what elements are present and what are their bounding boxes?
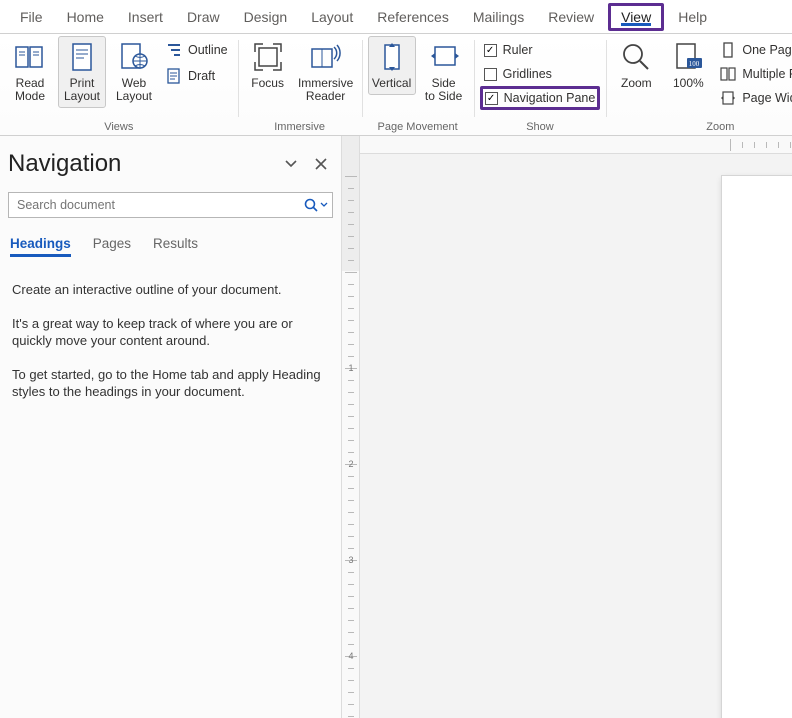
group-page-movement: Vertical Side to Side Page Movement [362, 34, 474, 135]
page-width-icon [720, 90, 736, 106]
multiple-pages-button[interactable]: Multiple Pages [716, 62, 792, 86]
one-page-button[interactable]: One Page [716, 38, 792, 62]
group-label: Views [104, 121, 133, 135]
group-label: Zoom [706, 121, 734, 135]
draft-button[interactable]: Draft [162, 64, 232, 88]
vertical-ruler[interactable]: 1234 [342, 136, 360, 718]
group-label: Show [526, 121, 554, 135]
group-label: Page Movement [378, 121, 458, 135]
tab-help[interactable]: Help [666, 3, 719, 31]
draft-icon [166, 68, 182, 84]
label: Print Layout [64, 77, 100, 103]
tab-file[interactable]: File [8, 3, 55, 31]
nav-body: Create an interactive outline of your do… [8, 257, 333, 417]
nav-tabs: Headings Pages Results [10, 236, 331, 257]
navtab-pages[interactable]: Pages [93, 236, 131, 257]
search-icon [304, 198, 318, 212]
one-page-icon [720, 42, 736, 58]
search-input[interactable] [9, 198, 300, 212]
ribbon-tabs: File Home Insert Draw Design Layout Refe… [0, 0, 792, 34]
page-100-icon: 100 [672, 41, 704, 73]
outline-button[interactable]: Outline [162, 38, 232, 62]
collapse-button[interactable] [279, 152, 303, 176]
checkbox-icon [484, 68, 497, 81]
vertical-button[interactable]: Vertical [368, 36, 416, 95]
group-label: Immersive [274, 121, 325, 135]
nav-hint-3: To get started, go to the Home tab and a… [12, 366, 329, 401]
checkbox-icon [484, 44, 497, 57]
focus-button[interactable]: Focus [244, 36, 292, 95]
document-page[interactable] [722, 176, 792, 718]
search-box[interactable] [8, 192, 333, 218]
navtab-headings[interactable]: Headings [10, 236, 71, 257]
main-area: Navigation Headings Pages Results Create… [0, 136, 792, 718]
label: 100% [673, 77, 704, 90]
search-button[interactable] [300, 198, 332, 212]
label: Outline [188, 43, 228, 57]
outline-icon [166, 42, 182, 58]
read-mode-button[interactable]: Read Mode [6, 36, 54, 108]
tab-draw[interactable]: Draw [175, 3, 232, 31]
horizontal-scroll-icon [428, 41, 460, 73]
close-button[interactable] [309, 152, 333, 176]
multiple-pages-icon [720, 66, 736, 82]
chevron-down-icon [284, 157, 298, 171]
group-zoom: Zoom 100 100% One Page Multiple Pages [606, 34, 792, 135]
tab-insert[interactable]: Insert [116, 3, 175, 31]
magnifier-icon [620, 41, 652, 73]
label: Focus [251, 77, 284, 90]
group-views: Read Mode Print Layout Web Layout [0, 34, 238, 135]
speaker-book-icon [310, 41, 342, 73]
label: Draft [188, 69, 215, 83]
navtab-results[interactable]: Results [153, 236, 198, 257]
label: Page Width [742, 91, 792, 105]
tab-layout[interactable]: Layout [299, 3, 365, 31]
navigation-pane: Navigation Headings Pages Results Create… [0, 136, 342, 718]
vertical-scroll-icon [376, 41, 408, 73]
hundred-percent-button[interactable]: 100 100% [664, 36, 712, 95]
tab-references[interactable]: References [365, 3, 461, 31]
web-layout-button[interactable]: Web Layout [110, 36, 158, 108]
focus-icon [252, 41, 284, 73]
label: Read Mode [15, 77, 45, 103]
gridlines-checkbox[interactable]: Gridlines [480, 62, 601, 86]
nav-hint-1: Create an interactive outline of your do… [12, 281, 329, 299]
tab-design[interactable]: Design [232, 3, 300, 31]
close-icon [315, 158, 327, 170]
nav-hint-2: It's a great way to keep track of where … [12, 315, 329, 350]
checkbox-icon [485, 92, 498, 105]
label: One Page [742, 43, 792, 57]
immersive-reader-button[interactable]: Immersive Reader [296, 36, 356, 108]
label: Side to Side [425, 77, 462, 103]
ribbon: Read Mode Print Layout Web Layout [0, 34, 792, 136]
label: Navigation Pane [504, 91, 596, 105]
navigation-pane-checkbox[interactable]: Navigation Pane [480, 86, 601, 110]
label: Immersive Reader [298, 77, 353, 103]
tab-view[interactable]: View [608, 3, 664, 31]
label: Gridlines [503, 67, 552, 81]
label: Web Layout [116, 77, 152, 103]
tab-review[interactable]: Review [536, 3, 606, 31]
book-icon [14, 41, 46, 73]
zoom-button[interactable]: Zoom [612, 36, 660, 95]
tab-mailings[interactable]: Mailings [461, 3, 536, 31]
label: Ruler [503, 43, 533, 57]
horizontal-ruler[interactable] [360, 136, 792, 154]
group-immersive: Focus Immersive Reader Immersive [238, 34, 362, 135]
globe-page-icon [118, 41, 150, 73]
side-to-side-button[interactable]: Side to Side [420, 36, 468, 108]
group-show: Ruler Gridlines Navigation Pane Show [474, 34, 607, 135]
label: Vertical [372, 77, 411, 90]
label: Zoom [621, 77, 652, 90]
dropdown-caret-icon [320, 201, 328, 209]
print-layout-button[interactable]: Print Layout [58, 36, 106, 108]
page-icon [66, 41, 98, 73]
page-width-button[interactable]: Page Width [716, 86, 792, 110]
label: Multiple Pages [742, 67, 792, 81]
tab-home[interactable]: Home [55, 3, 116, 31]
navigation-title: Navigation [8, 150, 273, 178]
document-area[interactable]: L 1234 [342, 136, 792, 718]
svg-text:100: 100 [689, 60, 700, 68]
ruler-checkbox[interactable]: Ruler [480, 38, 601, 62]
